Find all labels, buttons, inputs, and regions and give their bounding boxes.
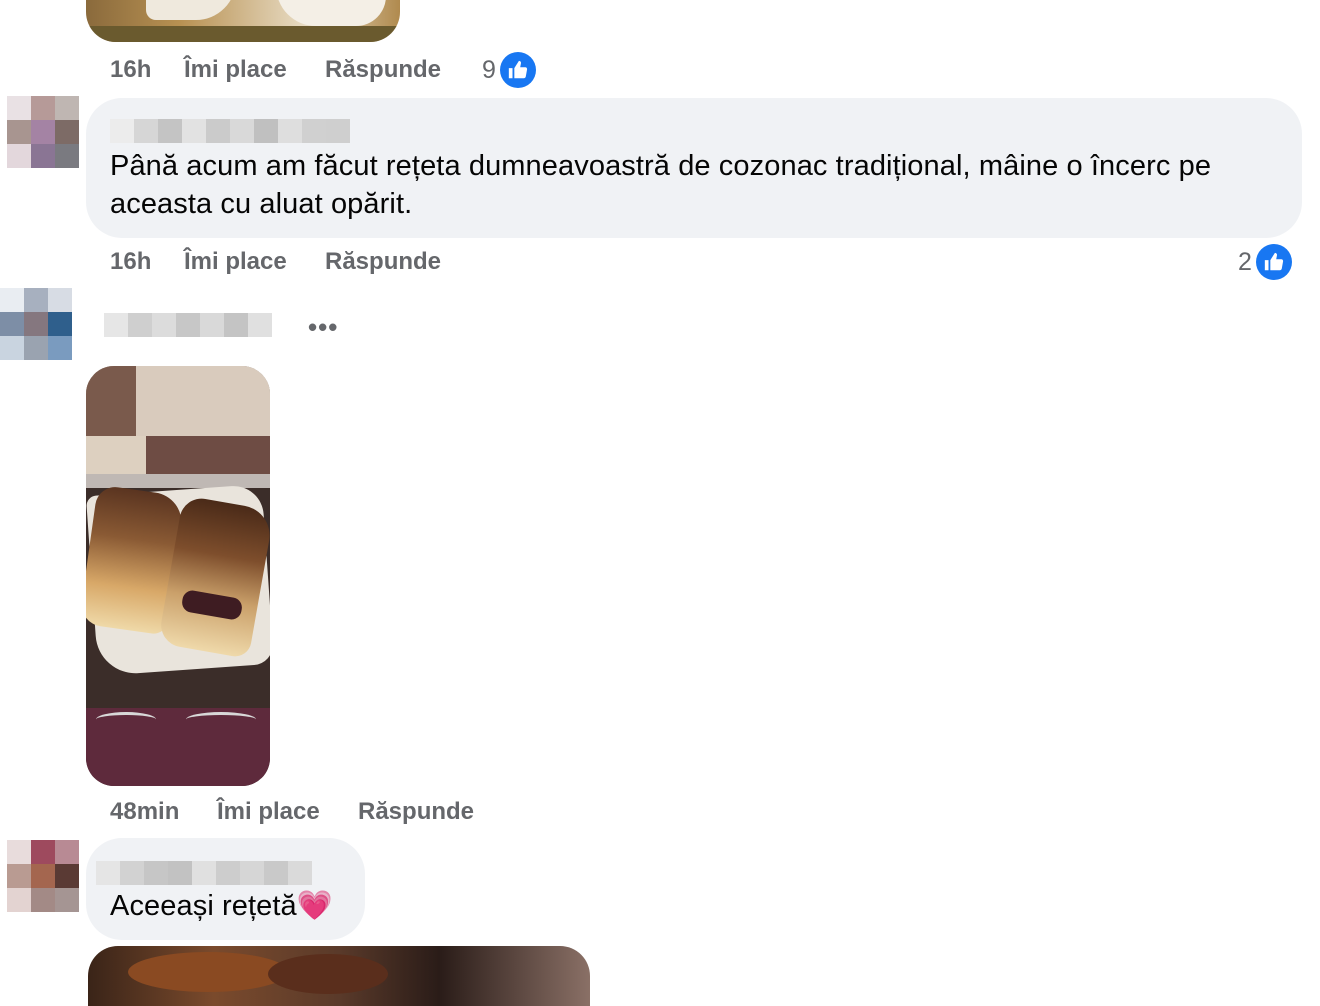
comment-meta-2: 16h Îmi place Răspunde xyxy=(110,248,570,278)
comment-text: Până acum am făcut rețeta dumneavoastră … xyxy=(110,147,1290,223)
comment-text-line: Până acum am făcut rețeta dumneavoastră … xyxy=(110,150,1212,182)
reaction-count: 2 xyxy=(1238,247,1252,276)
comment-photo[interactable] xyxy=(86,366,270,786)
comment-time[interactable]: 16h xyxy=(110,248,151,276)
like-button[interactable]: Îmi place xyxy=(217,798,320,826)
comment-photo-top[interactable] xyxy=(86,0,400,42)
avatar[interactable] xyxy=(0,288,72,360)
more-options-icon[interactable]: ••• xyxy=(308,312,338,343)
reply-button[interactable]: Răspunde xyxy=(358,798,474,826)
comment-meta-3: 48min Îmi place Răspunde xyxy=(110,798,590,828)
reaction-count: 9 xyxy=(482,55,496,84)
reaction-summary[interactable]: 2 xyxy=(1238,244,1292,280)
avatar[interactable] xyxy=(7,96,79,168)
reaction-summary[interactable]: 9 xyxy=(482,52,536,88)
like-button[interactable]: Îmi place xyxy=(184,56,287,84)
reply-button[interactable]: Răspunde xyxy=(325,248,441,276)
like-button[interactable]: Îmi place xyxy=(184,248,287,276)
like-icon xyxy=(1255,244,1292,280)
comment-photo-bottom[interactable] xyxy=(88,946,590,1006)
comment-text-line: aceasta cu aluat opărit. xyxy=(110,188,413,220)
comment-time[interactable]: 48min xyxy=(110,798,179,826)
comment-text-content: Aceeași rețetă xyxy=(110,890,297,922)
like-icon xyxy=(499,52,536,88)
reply-button[interactable]: Răspunde xyxy=(325,56,441,84)
author-name[interactable] xyxy=(96,861,312,885)
comment-time[interactable]: 16h xyxy=(110,56,151,84)
author-name[interactable] xyxy=(104,313,272,337)
comment-text: Aceeași rețetă💗 xyxy=(110,887,333,925)
avatar[interactable] xyxy=(7,840,79,912)
author-name[interactable] xyxy=(110,119,350,143)
pink-heart-emoji: 💗 xyxy=(296,890,334,922)
